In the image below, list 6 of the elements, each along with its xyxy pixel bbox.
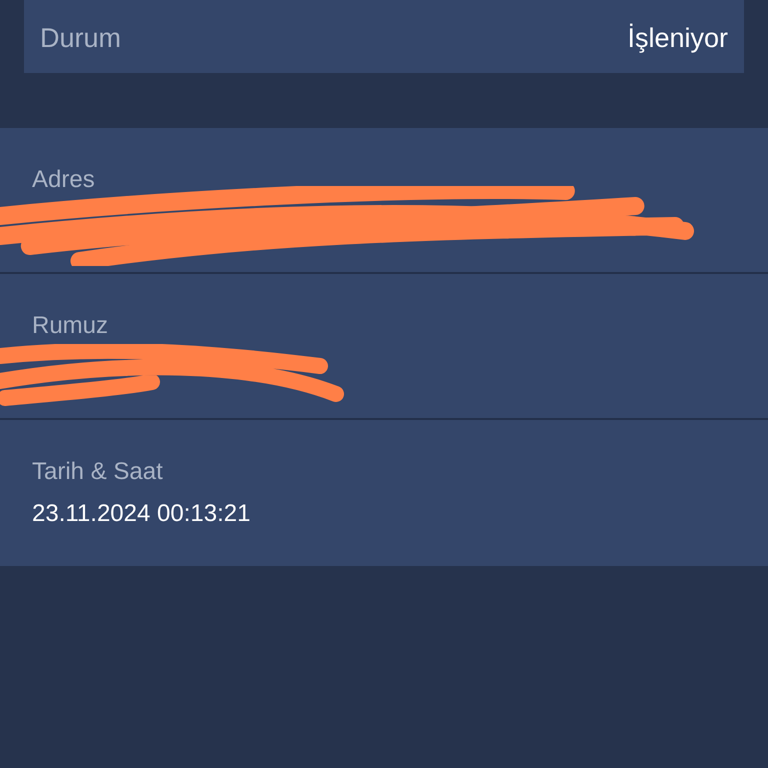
detail-value: 23.11.2024 00:13:21 [32,500,252,528]
detail-label: Adres [32,166,96,194]
status-label: Durum [40,23,122,54]
detail-label: Rumuz [32,312,110,340]
detail-label: Tarih & Saat [32,458,164,486]
status-value: İşleniyor [627,23,728,54]
